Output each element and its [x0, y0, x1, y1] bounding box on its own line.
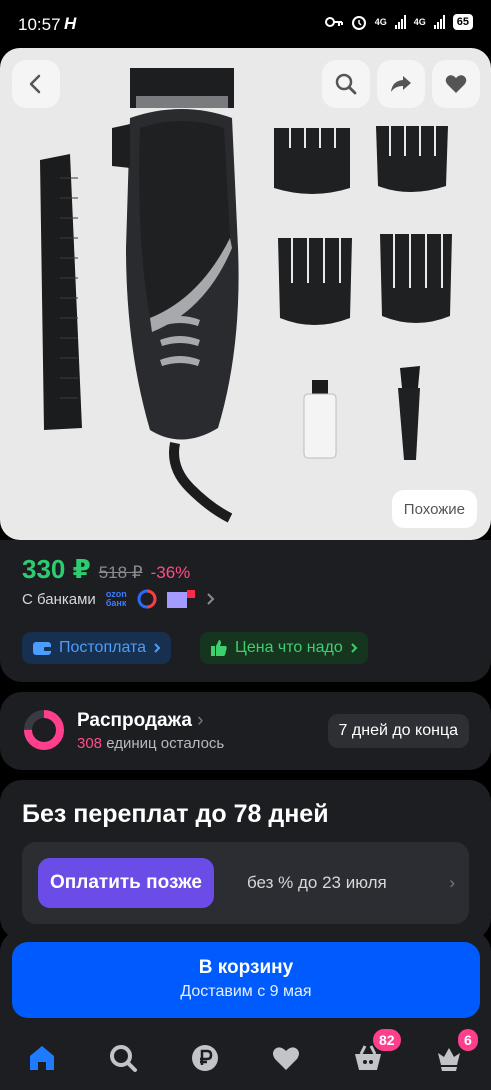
ruble-icon — [192, 1045, 218, 1071]
current-price: 330 ₽ — [22, 554, 91, 584]
nav-finance[interactable] — [188, 1041, 222, 1075]
status-bar: 10:57 H 4G 4G 65 — [0, 0, 491, 48]
sale-remaining-text: единиц осталось — [106, 735, 225, 752]
sale-title: Распродажа › — [77, 710, 204, 732]
old-price: 518 ₽ — [98, 563, 143, 582]
delivery-date: Доставим с 9 мая — [180, 983, 312, 1000]
chevron-right-icon: › — [197, 710, 204, 731]
thumbs-up-icon — [211, 640, 227, 656]
days-left-badge: 7 дней до конца — [327, 714, 469, 748]
pay-later-button[interactable]: Оплатить позже — [38, 858, 214, 908]
signal-icon — [394, 15, 406, 29]
status-time: 10:57 — [18, 15, 61, 34]
nav-search[interactable] — [106, 1041, 140, 1075]
bank-logo-icon — [137, 589, 157, 609]
search-icon — [110, 1045, 137, 1072]
nav-profile[interactable]: 6 — [432, 1029, 478, 1075]
add-to-cart-label: В корзину — [198, 957, 294, 978]
back-button[interactable] — [12, 60, 60, 108]
sale-remaining: 308 единиц осталось — [77, 735, 224, 752]
alarm-icon — [351, 16, 366, 30]
good-price-label: Цена что надо — [235, 639, 343, 656]
bottom-nav: 82 6 — [0, 1028, 491, 1090]
chevron-right-icon — [351, 643, 358, 653]
nav-home[interactable] — [25, 1041, 59, 1075]
share-button[interactable] — [377, 60, 425, 108]
add-to-cart-button[interactable]: В корзину Доставим с 9 мая — [12, 942, 480, 1018]
postpay-chip[interactable]: Постоплата — [22, 632, 172, 664]
installments-option[interactable]: Оплатить позже без % до 23 июля › — [22, 842, 469, 924]
discount-badge: -36% — [150, 563, 191, 582]
ozon-bank-line2: банк — [105, 598, 127, 608]
signal-icon — [433, 15, 445, 29]
product-image — [40, 68, 452, 523]
share-icon — [391, 76, 411, 92]
similar-button[interactable]: Похожие — [391, 490, 477, 528]
profile-count-badge: 6 — [458, 1029, 478, 1051]
bank-offers-row[interactable]: С банками ozon банк — [22, 589, 215, 609]
favorite-button[interactable] — [432, 60, 480, 108]
product-image-gallery[interactable]: Похожие — [0, 48, 491, 540]
installments-terms: без % до 23 июля — [247, 873, 387, 892]
chevron-right-icon: › — [449, 873, 455, 892]
good-price-chip[interactable]: Цена что надо — [200, 632, 368, 664]
network-type-2: 4G — [413, 16, 426, 27]
nav-favorites[interactable] — [269, 1041, 303, 1075]
installments-card: Без переплат до 78 дней Оплатить позже б… — [0, 780, 491, 940]
cart-count-badge: 82 — [373, 1029, 401, 1051]
sale-card[interactable]: Распродажа › 308 единиц осталось 7 дней … — [0, 692, 491, 770]
price-card: 330 ₽ 518 ₽ -36% С банками ozon банк Пос… — [0, 540, 491, 682]
sale-title-text: Распродажа — [77, 710, 192, 731]
heart-icon — [445, 75, 467, 93]
nav-cart[interactable]: 82 — [351, 1029, 401, 1075]
heart-icon — [273, 1047, 299, 1070]
postpay-label: Постоплата — [59, 639, 147, 656]
price-row: 330 ₽ 518 ₽ -36% — [22, 554, 190, 585]
chevron-right-icon — [207, 593, 215, 605]
wallet-icon — [33, 642, 51, 655]
network-type-1: 4G — [374, 16, 387, 27]
battery-icon: 65 — [452, 14, 473, 30]
key-icon — [324, 17, 343, 27]
bank-card-icon — [166, 590, 195, 608]
sale-progress-ring — [24, 710, 64, 750]
home-icon — [30, 1046, 54, 1070]
chevron-right-icon — [154, 643, 161, 653]
banks-label: С банками — [22, 590, 96, 608]
search-button[interactable] — [322, 60, 370, 108]
cart-bar: В корзину Доставим с 9 мая — [0, 930, 491, 1028]
sale-count: 308 — [77, 735, 103, 752]
app-notification-icon: H — [64, 14, 77, 33]
chevron-left-icon — [29, 74, 41, 94]
ozon-bank-logo: ozon банк — [106, 590, 127, 608]
status-right: 4G 4G 65 — [324, 14, 473, 30]
search-icon — [335, 73, 357, 95]
installments-title: Без переплат до 78 дней — [22, 800, 329, 828]
